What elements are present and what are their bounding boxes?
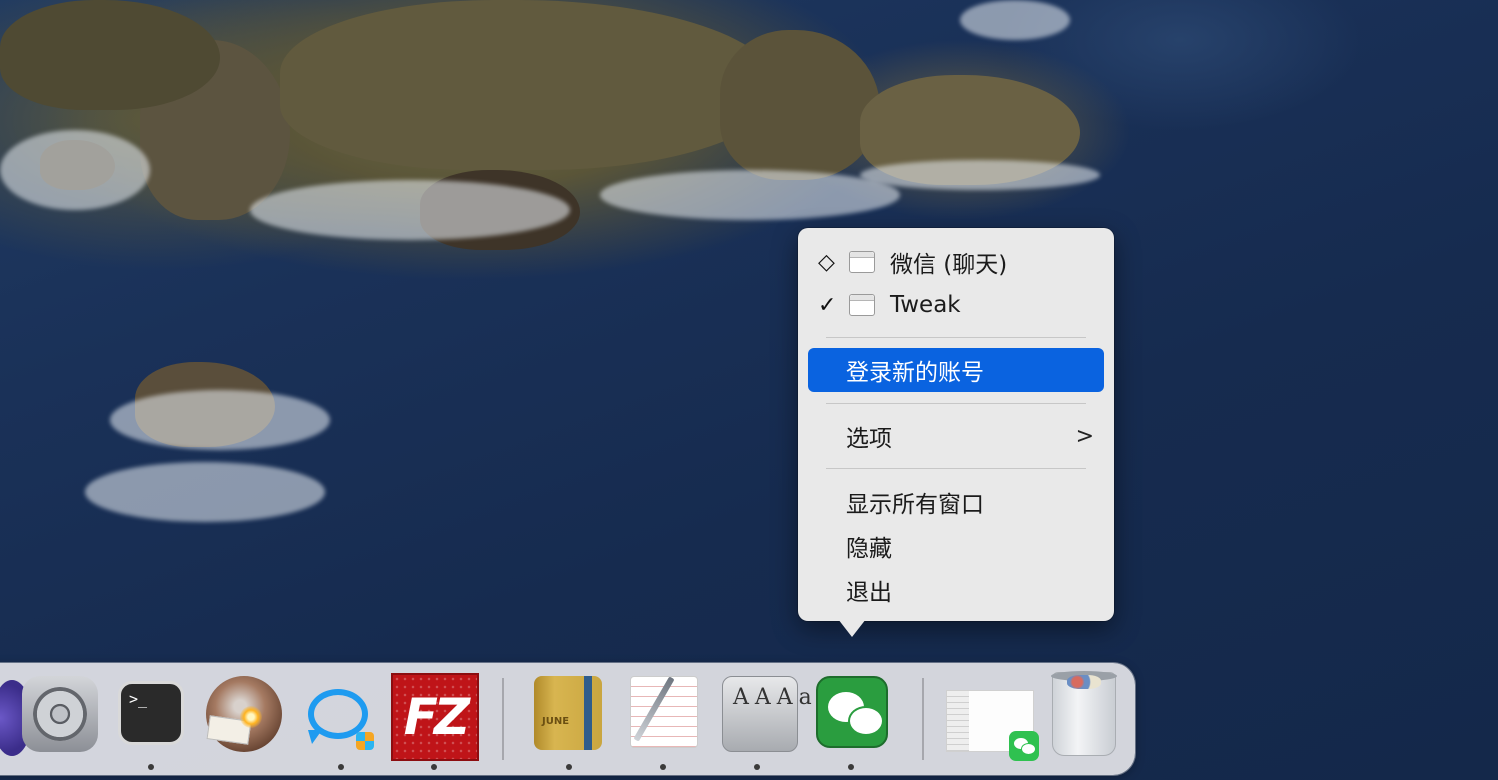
- running-indicator: [566, 764, 572, 770]
- menu-pointer-arrow: [838, 619, 866, 637]
- menu-item-label: 微信 (聊天): [890, 252, 1008, 278]
- wechat-bubble: [848, 706, 884, 736]
- menu-item-show-all-windows[interactable]: 显示所有窗口: [808, 480, 1104, 524]
- running-indicator: [660, 764, 666, 770]
- running-indicator: [431, 764, 437, 770]
- diamond-icon: ◇: [818, 249, 835, 275]
- notebook-icon: JUNE: [542, 716, 570, 727]
- dock-item-fetch[interactable]: [206, 676, 282, 752]
- dock-divider: [502, 678, 504, 760]
- menu-item-login-new-account[interactable]: 登录新的账号: [808, 348, 1104, 392]
- trash-icon: [1067, 675, 1101, 689]
- dock-divider: [922, 678, 924, 760]
- menu-separator: [826, 337, 1086, 338]
- bubble-tail: [308, 730, 322, 744]
- wechat-badge-icon: [1009, 731, 1039, 761]
- pen-icon: [633, 676, 675, 742]
- notebook-band: [584, 676, 592, 750]
- running-indicator: [148, 764, 154, 770]
- window-icon: [849, 251, 875, 273]
- dock-item-minimized-window[interactable]: [946, 690, 1039, 761]
- font-book-icon: AAAa: [733, 685, 818, 710]
- dock-item-notebook[interactable]: JUNE: [534, 676, 602, 750]
- dock-item-system-preferences[interactable]: [22, 676, 98, 752]
- terminal-icon: >_: [129, 690, 148, 708]
- menu-item-label: 显示所有窗口: [846, 492, 984, 518]
- running-indicator: [338, 764, 344, 770]
- chevron-right-icon: >: [1075, 423, 1094, 449]
- window-icon: [849, 294, 875, 316]
- dock-item-qq-mail[interactable]: [300, 676, 376, 752]
- dock-item-filezilla[interactable]: FZ: [391, 673, 479, 761]
- gear-icon: [33, 687, 87, 741]
- dock-item-wechat[interactable]: [816, 676, 888, 748]
- checkmark-icon: ✓: [818, 292, 837, 318]
- menu-separator: [826, 403, 1086, 404]
- menu-item-window-tweak[interactable]: ✓ Tweak: [808, 283, 1104, 327]
- spark-icon: [240, 706, 262, 728]
- menu-separator: [826, 468, 1086, 469]
- menu-item-label: 登录新的账号: [846, 360, 984, 386]
- pinwheel-icon: [356, 732, 374, 750]
- dock-item-terminal[interactable]: >_: [118, 681, 184, 745]
- dock-item-trash[interactable]: [1051, 671, 1117, 756]
- filezilla-icon: FZ: [403, 688, 470, 746]
- menu-item-options[interactable]: 选项 >: [808, 414, 1104, 458]
- menu-item-label: 退出: [846, 580, 892, 606]
- menu-item-window-chat[interactable]: ◇ 微信 (聊天): [808, 240, 1104, 284]
- running-indicator: [848, 764, 854, 770]
- dock-item-font-book[interactable]: AAAa: [722, 676, 812, 752]
- menu-item-quit[interactable]: 退出: [808, 568, 1104, 612]
- menu-item-label: 选项: [846, 426, 892, 452]
- menu-item-label: 隐藏: [846, 536, 892, 562]
- menu-item-label: Tweak: [890, 292, 961, 318]
- menu-item-hide[interactable]: 隐藏: [808, 524, 1104, 568]
- dock-item-textedit[interactable]: [630, 676, 698, 748]
- window-thumbnail-sidebar: [947, 691, 969, 751]
- dock-context-menu: ◇ 微信 (聊天) ✓ Tweak 登录新的账号 选项 > 显示所有窗口 隐藏 …: [798, 228, 1114, 621]
- running-indicator: [754, 764, 760, 770]
